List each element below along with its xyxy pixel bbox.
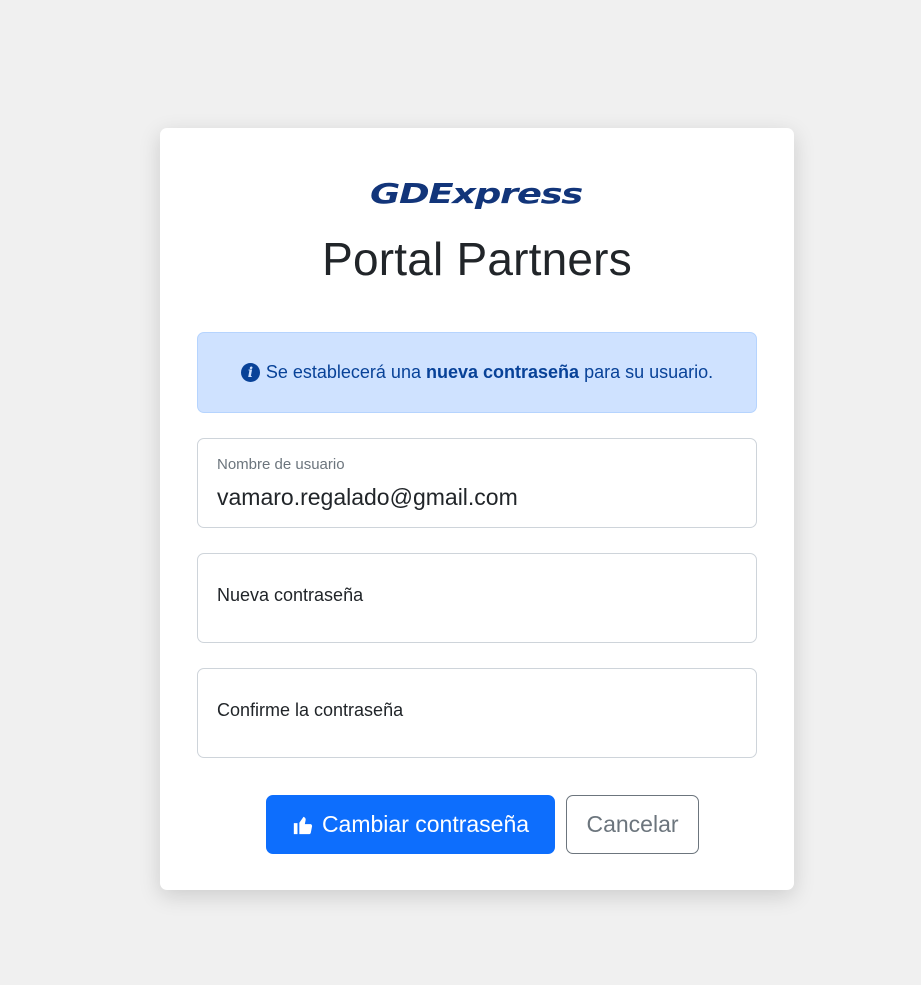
confirm-password-placeholder: Confirme la contraseña <box>217 700 404 720</box>
new-password-field[interactable]: Nueva contraseña <box>197 553 757 643</box>
change-password-card: GDExpress Portal Partners i Se establece… <box>160 128 794 890</box>
thumbs-up-icon <box>293 816 313 834</box>
username-field[interactable]: Nombre de usuario <box>197 438 757 528</box>
username-input[interactable] <box>217 484 717 511</box>
new-password-placeholder: Nueva contraseña <box>217 585 364 605</box>
alert-text-before: Se establecerá una <box>265 362 421 382</box>
info-circle-icon: i <box>240 363 260 382</box>
change-password-button[interactable]: Cambiar contraseña <box>266 795 555 854</box>
svg-text:GDExpress: GDExpress <box>370 177 582 210</box>
cancel-button[interactable]: Cancelar <box>566 795 699 854</box>
username-label: Nombre de usuario <box>217 456 345 473</box>
alert-text-bold: nueva contraseña <box>425 362 580 382</box>
alert-text: Se establecerá una nueva contraseña para… <box>266 362 713 383</box>
alert-text-after: para su usuario. <box>584 362 714 382</box>
page-title: Portal Partners <box>322 233 632 285</box>
gdexpress-logo: GDExpress <box>370 177 583 210</box>
info-alert: i Se establecerá una nueva contraseña pa… <box>197 332 757 413</box>
confirm-password-field[interactable]: Confirme la contraseña <box>197 668 757 758</box>
change-password-label: Cambiar contraseña <box>321 811 530 837</box>
